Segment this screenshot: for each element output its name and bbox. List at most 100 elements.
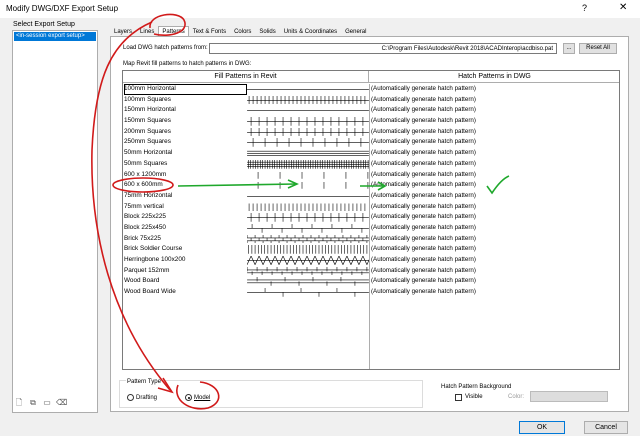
tab-strip: Layers Lines Patterns Text & Fonts Color… — [110, 26, 370, 37]
fill-pattern-swatch — [247, 117, 369, 126]
setup-list-toolbar: 🗋 ⧉ ▭ ⌫ — [14, 398, 68, 408]
tab-colors[interactable]: Colors — [230, 26, 255, 36]
tab-solids[interactable]: Solids — [255, 26, 279, 36]
fill-pattern-name: 100mm Squares — [124, 95, 171, 103]
delete-setup-icon[interactable]: ⌫ — [56, 398, 67, 408]
fill-pattern-swatch — [248, 245, 368, 254]
hatch-pattern-cell[interactable]: (Automatically generate hatch pattern) — [371, 287, 476, 298]
fill-pattern-name: 600 x 600mm — [124, 181, 163, 189]
table-row[interactable]: 600 x 600mm (Automatically generate hatch… — [123, 180, 619, 191]
fill-pattern-name: 50mm Squares — [124, 159, 168, 167]
hatch-pattern-cell[interactable]: (Automatically generate hatch pattern) — [371, 223, 476, 234]
radio-drafting-dot[interactable] — [127, 394, 134, 401]
hatch-pattern-cell[interactable]: (Automatically generate hatch pattern) — [371, 266, 476, 277]
fill-pattern-name: 150mm Horizontal — [124, 106, 176, 114]
help-icon[interactable]: ? — [582, 3, 587, 13]
hatch-pattern-cell[interactable]: (Automatically generate hatch pattern) — [371, 116, 476, 127]
rename-setup-icon[interactable]: ▭ — [42, 398, 52, 408]
hatch-pattern-cell[interactable]: (Automatically generate hatch pattern) — [371, 127, 476, 138]
fill-pattern-name: Brick Soldier Course — [124, 245, 183, 253]
fill-pattern-name: Wood Board Wide — [124, 288, 176, 296]
table-row[interactable]: 200mm Squares (Automatically generate hat… — [123, 127, 619, 138]
color-swatch-button[interactable] — [530, 391, 608, 402]
hatch-pattern-cell[interactable]: (Automatically generate hatch pattern) — [371, 137, 476, 148]
fill-pattern-swatch — [257, 182, 369, 189]
table-row[interactable]: Wood Board Wide (Automatically generate h… — [123, 287, 619, 298]
duplicate-setup-icon[interactable]: ⧉ — [28, 398, 38, 408]
fill-pattern-name: Herringbone 100x200 — [124, 256, 186, 263]
fill-pattern-name: 50mm Horizontal — [124, 149, 173, 157]
table-row[interactable]: 150mm Horizontal (Automatically generate … — [123, 105, 619, 116]
fill-pattern-swatch — [257, 171, 369, 179]
hatch-pattern-cell[interactable]: (Automatically generate hatch pattern) — [371, 159, 476, 170]
table-row[interactable]: Parquet 152mm (Automatically generate hat… — [123, 266, 619, 277]
tab-units-coordinates[interactable]: Units & Coordinates — [280, 26, 341, 36]
fill-pattern-swatch — [247, 95, 369, 105]
patterns-panel: Load DWG hatch patterns from: C:\Program… — [110, 36, 629, 412]
header-fill-patterns: Fill Patterns in Revit — [123, 71, 369, 83]
hatch-pattern-cell[interactable]: (Automatically generate hatch pattern) — [371, 84, 476, 95]
reset-all-button[interactable]: Reset All — [579, 43, 617, 54]
setup-item-in-session[interactable]: <in-session export setup> — [14, 32, 96, 41]
cancel-button[interactable]: Cancel — [584, 421, 628, 434]
table-row[interactable]: 150mm Squares (Automatically generate hat… — [123, 116, 619, 127]
hatch-pattern-cell[interactable]: (Automatically generate hatch pattern) — [371, 180, 476, 191]
visible-checkbox[interactable] — [455, 394, 462, 401]
export-setup-list[interactable]: <in-session export setup> — [12, 30, 98, 413]
tab-text-fonts[interactable]: Text & Fonts — [189, 26, 230, 36]
pattern-type-label: Pattern Type — [126, 379, 162, 385]
hatch-pattern-cell[interactable]: (Automatically generate hatch pattern) — [371, 255, 476, 266]
radio-model-dot[interactable] — [185, 394, 192, 401]
table-row[interactable]: 50mm Squares (Automatically generate hatc… — [123, 159, 619, 170]
hatch-pattern-cell[interactable]: (Automatically generate hatch pattern) — [371, 202, 476, 213]
tab-lines[interactable]: Lines — [136, 26, 158, 36]
table-row[interactable]: 50mm Horizontal (Automatically generate h… — [123, 148, 619, 159]
radio-model-label: Model — [194, 394, 211, 401]
ok-button[interactable]: OK — [519, 421, 565, 434]
fill-pattern-swatch — [247, 138, 369, 148]
table-row[interactable]: Wood Board (Automatically generate hatch … — [123, 276, 619, 287]
table-row[interactable]: Brick Soldier Course (Automatically gener… — [123, 244, 619, 255]
table-row[interactable]: Block 225x225 (Automatically generate hat… — [123, 212, 619, 223]
hatch-pattern-cell[interactable]: (Automatically generate hatch pattern) — [371, 95, 476, 106]
table-row[interactable]: Brick 75x225 (Automatically generate hatc… — [123, 234, 619, 245]
table-row[interactable]: 100mm Squares (Automatically generate hat… — [123, 95, 619, 106]
fill-pattern-swatch — [247, 127, 369, 137]
hatch-pattern-cell[interactable]: (Automatically generate hatch pattern) — [371, 105, 476, 116]
tab-layers[interactable]: Layers — [110, 26, 136, 36]
fill-pattern-swatch — [247, 89, 369, 90]
fill-pattern-name: 75mm Horizontal — [124, 191, 173, 199]
fill-pattern-name: Parquet 152mm — [124, 266, 170, 274]
new-setup-icon[interactable]: 🗋 — [14, 398, 24, 408]
radio-drafting[interactable]: Drafting — [127, 394, 157, 401]
hatch-pattern-cell[interactable]: (Automatically generate hatch pattern) — [371, 276, 476, 287]
close-icon[interactable]: ✕ — [619, 2, 627, 13]
hatch-pattern-cell[interactable]: (Automatically generate hatch pattern) — [371, 212, 476, 223]
hatch-pattern-cell[interactable]: (Automatically generate hatch pattern) — [371, 170, 476, 181]
table-row[interactable]: 250mm Squares (Automatically generate hat… — [123, 137, 619, 148]
table-row[interactable]: Herringbone 100x200 (Automatically genera… — [123, 255, 619, 266]
hatch-pattern-cell[interactable]: (Automatically generate hatch pattern) — [371, 234, 476, 245]
fill-pattern-swatch — [247, 256, 369, 265]
fill-pattern-name: 75mm vertical — [124, 202, 164, 210]
hatch-pattern-cell[interactable]: (Automatically generate hatch pattern) — [371, 148, 476, 159]
hatch-pattern-cell[interactable]: (Automatically generate hatch pattern) — [371, 191, 476, 202]
color-label: Color: — [508, 394, 525, 400]
pattern-file-path-field[interactable]: C:\Program Files\Autodesk\Revit 2018\ACA… — [209, 43, 557, 54]
fill-pattern-name: 100mm Horizontal — [124, 84, 247, 95]
fill-pattern-swatch — [247, 266, 369, 276]
fill-pattern-swatch — [247, 213, 369, 222]
hatch-pattern-cell[interactable]: (Automatically generate hatch pattern) — [371, 244, 476, 255]
table-row[interactable]: Block 225x450 (Automatically generate hat… — [123, 223, 619, 234]
fill-pattern-name: Block 225x225 — [124, 213, 166, 221]
visible-label: Visible — [465, 394, 483, 400]
table-row[interactable]: 600 x 1200mm (Automatically generate hatc… — [123, 170, 619, 181]
tab-general[interactable]: General — [341, 26, 370, 36]
table-row[interactable]: 75mm vertical (Automatically generate hat… — [123, 202, 619, 213]
table-row[interactable]: 100mm Horizontal (Automatically generate … — [123, 84, 619, 95]
table-row[interactable]: 75mm Horizontal (Automatically generate h… — [123, 191, 619, 202]
radio-model[interactable]: Model — [185, 394, 210, 401]
fill-pattern-name: 250mm Squares — [124, 138, 171, 146]
browse-button[interactable]: ... — [563, 43, 575, 54]
fill-pattern-swatch — [247, 223, 369, 233]
